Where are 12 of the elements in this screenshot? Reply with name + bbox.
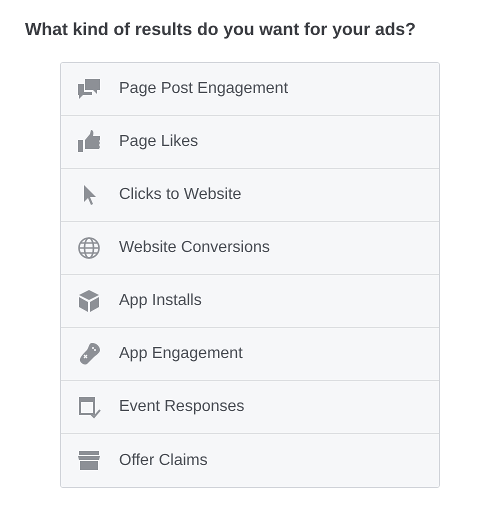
result-option[interactable]: Clicks to Website [61, 169, 439, 222]
result-option[interactable]: App Installs [61, 275, 439, 328]
result-option[interactable]: Page Likes [61, 116, 439, 170]
globe-icon [76, 235, 102, 262]
result-option[interactable]: Page Post Engagement [61, 63, 439, 116]
result-option[interactable]: Event Responses [61, 381, 439, 434]
heading: What kind of results do you want for your ads? [25, 18, 417, 41]
result-option[interactable]: Website Conversions [61, 222, 439, 276]
result-option[interactable]: Offer Claims [61, 434, 439, 488]
calendar-icon [76, 394, 102, 420]
cube-icon [76, 288, 102, 314]
result-option[interactable]: App Engagement [61, 328, 439, 382]
